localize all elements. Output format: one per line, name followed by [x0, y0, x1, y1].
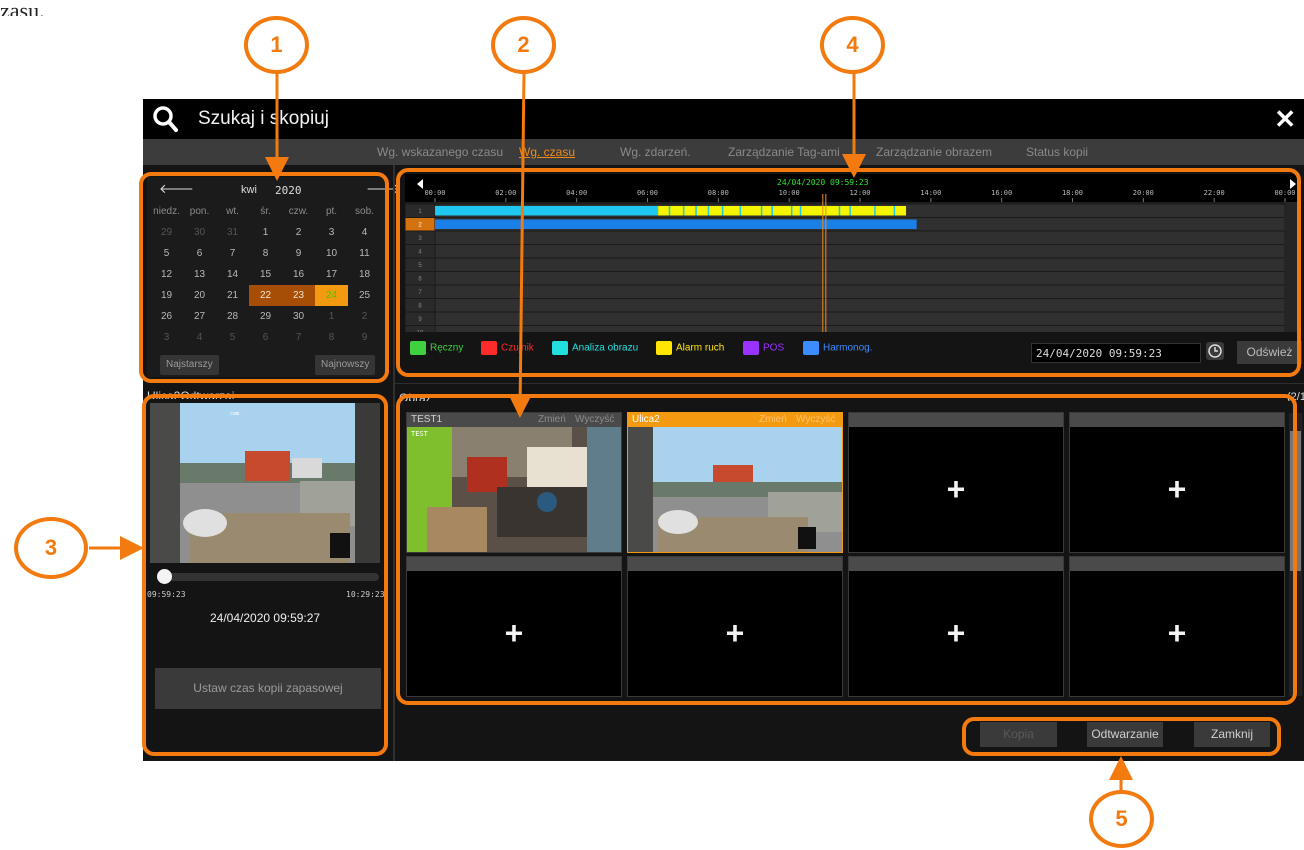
- annotation-1: 1: [244, 16, 309, 74]
- annotation-5: 5: [1089, 790, 1154, 848]
- annotation-3: 3: [14, 517, 88, 579]
- annotation-2: 2: [491, 16, 556, 74]
- annotation-4: 4: [820, 16, 885, 74]
- annotation-arrows: [89, 71, 1133, 790]
